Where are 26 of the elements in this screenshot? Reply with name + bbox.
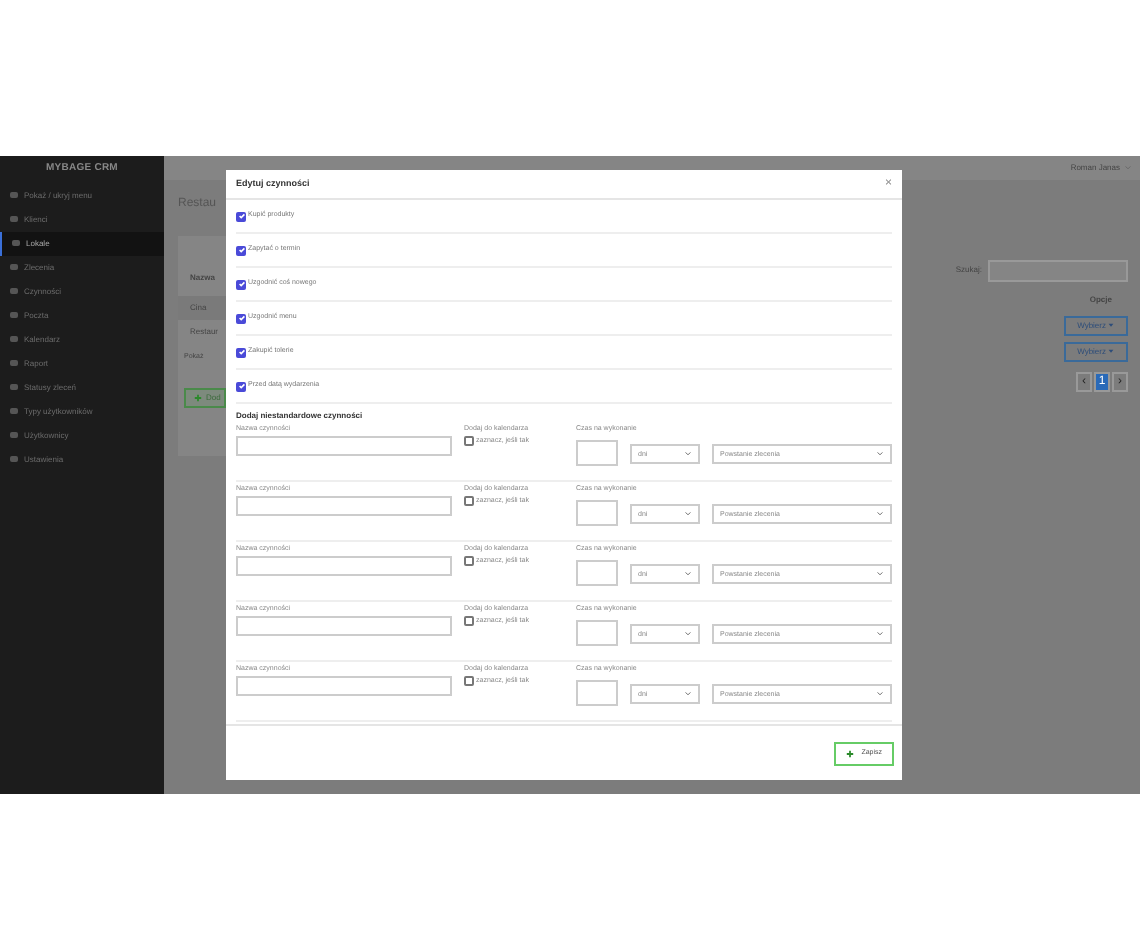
input-field[interactable] xyxy=(576,680,618,707)
input-field[interactable] xyxy=(576,620,618,647)
input-field[interactable] xyxy=(576,560,618,587)
plus-icon xyxy=(194,394,202,402)
checkmark-icon xyxy=(237,348,245,356)
input-field[interactable] xyxy=(236,496,452,517)
checkmark-icon xyxy=(237,382,245,390)
checkbox[interactable] xyxy=(464,436,474,447)
search-field[interactable] xyxy=(988,259,1128,281)
checkbox[interactable] xyxy=(464,496,474,507)
input-field[interactable] xyxy=(236,556,452,577)
caret-icon xyxy=(1108,322,1114,328)
input-field[interactable] xyxy=(236,436,452,457)
checkbox[interactable] xyxy=(464,616,474,627)
caret-icon xyxy=(1108,348,1114,354)
input-field[interactable] xyxy=(576,440,618,467)
input-field[interactable] xyxy=(236,616,452,637)
checkmark-icon xyxy=(237,246,245,254)
input-field[interactable] xyxy=(576,500,618,527)
plus-icon xyxy=(845,749,854,757)
checkmark-icon xyxy=(237,280,245,288)
checkmark-icon xyxy=(237,212,245,220)
checkbox[interactable] xyxy=(464,556,474,567)
checkmark-icon xyxy=(237,314,245,322)
checkbox[interactable] xyxy=(464,676,474,687)
input-field[interactable] xyxy=(236,676,452,697)
